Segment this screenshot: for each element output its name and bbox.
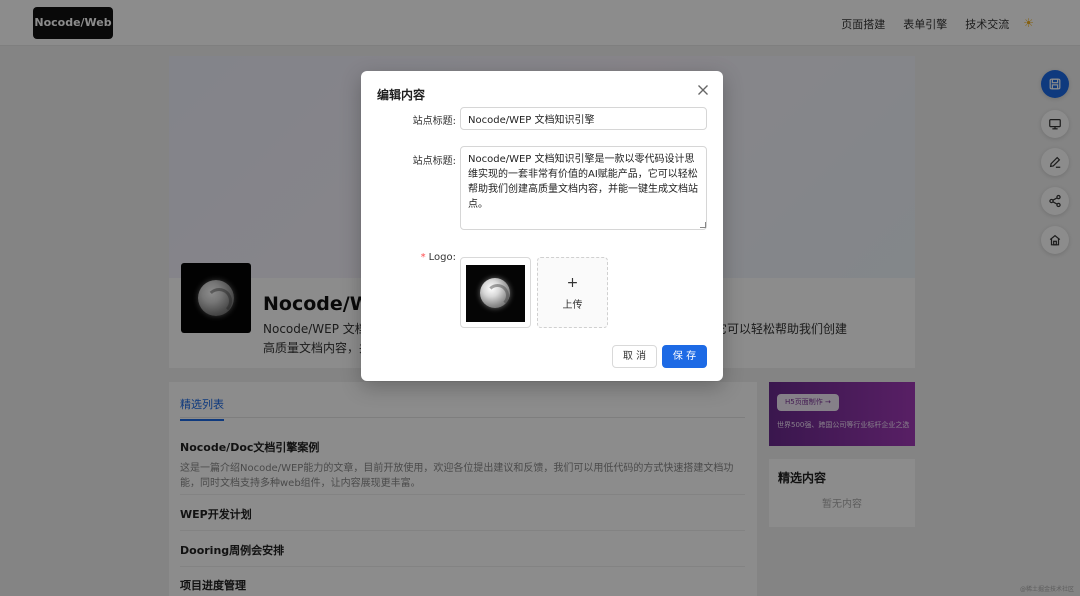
logo-image [466,265,525,322]
save-button[interactable]: 保 存 [662,345,707,368]
cancel-button[interactable]: 取 消 [612,345,657,368]
upload-label: 上传 [562,300,583,311]
upload-button[interactable]: + 上传 [537,257,608,328]
logo-preview[interactable] [460,257,531,328]
site-title-label: 站点标题: [412,116,456,127]
modal-title: 编辑内容 [377,88,426,102]
edit-content-modal: 编辑内容 站点标题: 站点标题: Nocode/WEP 文档知识引擎是一款以零代… [361,71,723,381]
resize-handle[interactable] [700,222,706,228]
plus-icon: + [566,275,579,291]
site-title-input[interactable] [460,107,707,130]
logo-label: * Logo: [421,252,456,263]
close-icon[interactable] [696,83,710,97]
logo-label-text: Logo: [428,252,456,263]
moon-image [480,278,510,308]
required-mark: * [420,252,426,263]
site-description-label: 站点标题: [412,156,456,167]
site-description-textarea[interactable]: Nocode/WEP 文档知识引擎是一款以零代码设计思维实现的一套非常有价值的A… [460,146,707,230]
